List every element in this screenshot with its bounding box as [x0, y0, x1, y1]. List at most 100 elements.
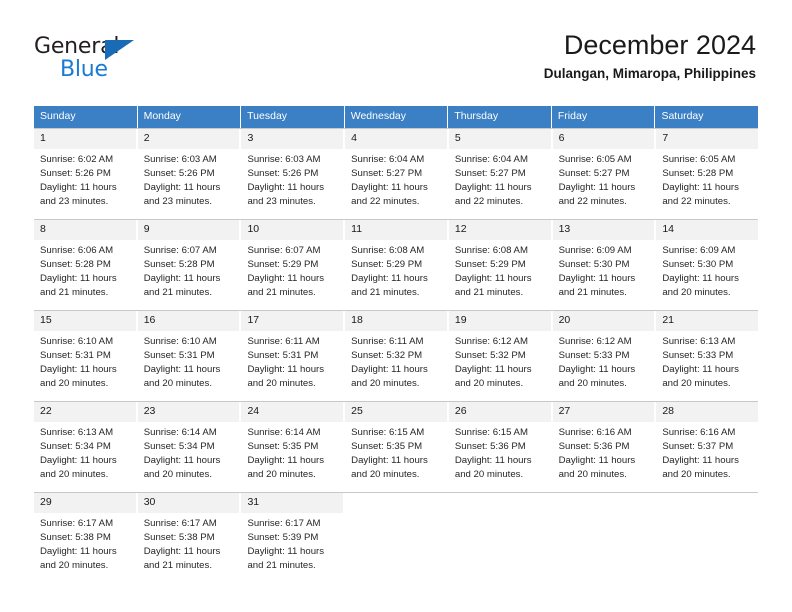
- day-cell[interactable]: 13 Sunrise: 6:09 AM Sunset: 5:30 PM Dayl…: [552, 220, 657, 311]
- day-details: Sunrise: 6:10 AM Sunset: 5:31 PM Dayligh…: [138, 331, 240, 396]
- day-cell[interactable]: 18 Sunrise: 6:11 AM Sunset: 5:32 PM Dayl…: [345, 311, 449, 402]
- calendar-week-row: 29 Sunrise: 6:17 AM Sunset: 5:38 PM Dayl…: [34, 492, 759, 584]
- day-number: 14: [656, 220, 759, 240]
- day-details: Sunrise: 6:08 AM Sunset: 5:29 PM Dayligh…: [345, 240, 447, 305]
- daylight-text: Daylight: 11 hours and 21 minutes.: [247, 546, 325, 572]
- daylight-text: Daylight: 11 hours and 20 minutes.: [40, 364, 117, 390]
- day-number: 19: [448, 311, 551, 331]
- day-cell[interactable]: 8 Sunrise: 6:06 AM Sunset: 5:28 PM Dayli…: [34, 220, 138, 311]
- day-number: 15: [34, 311, 136, 331]
- calendar-page: General Blue December 2024 Dulangan, Mim…: [0, 0, 792, 612]
- day-cell[interactable]: 12 Sunrise: 6:08 AM Sunset: 5:29 PM Dayl…: [448, 220, 553, 311]
- day-cell[interactable]: 7 Sunrise: 6:05 AM Sunset: 5:28 PM Dayli…: [656, 129, 759, 220]
- day-details: Sunrise: 6:12 AM Sunset: 5:33 PM Dayligh…: [553, 331, 655, 396]
- day-cell[interactable]: 21 Sunrise: 6:13 AM Sunset: 5:33 PM Dayl…: [656, 311, 759, 402]
- sunrise-text: Sunrise: 6:08 AM: [454, 244, 528, 256]
- day-number: 1: [34, 129, 136, 149]
- daylight-text: Daylight: 11 hours and 20 minutes.: [40, 455, 117, 481]
- day-details: Sunrise: 6:06 AM Sunset: 5:28 PM Dayligh…: [34, 240, 136, 305]
- day-number: 5: [448, 129, 551, 149]
- weekday-header-tuesday: Tuesday: [241, 106, 345, 129]
- sunset-text: Sunset: 5:35 PM: [247, 440, 319, 452]
- day-details: Sunrise: 6:07 AM Sunset: 5:29 PM Dayligh…: [241, 240, 343, 305]
- day-cell[interactable]: 10 Sunrise: 6:07 AM Sunset: 5:29 PM Dayl…: [241, 220, 346, 311]
- sunset-text: Sunset: 5:26 PM: [40, 167, 111, 179]
- day-cell[interactable]: 23 Sunrise: 6:14 AM Sunset: 5:34 PM Dayl…: [137, 402, 242, 493]
- day-cell[interactable]: 27 Sunrise: 6:16 AM Sunset: 5:36 PM Dayl…: [552, 402, 657, 493]
- day-cell-empty: [656, 493, 759, 584]
- weekday-header-row: Sunday Monday Tuesday Wednesday Thursday…: [34, 106, 759, 129]
- day-details: Sunrise: 6:03 AM Sunset: 5:26 PM Dayligh…: [241, 149, 343, 214]
- daylight-text: Daylight: 11 hours and 22 minutes.: [454, 182, 532, 208]
- day-cell[interactable]: 30 Sunrise: 6:17 AM Sunset: 5:38 PM Dayl…: [137, 493, 242, 584]
- sunrise-text: Sunrise: 6:03 AM: [247, 153, 321, 165]
- day-number: 21: [656, 311, 759, 331]
- day-cell[interactable]: 16 Sunrise: 6:10 AM Sunset: 5:31 PM Dayl…: [137, 311, 242, 402]
- sunset-text: Sunset: 5:35 PM: [351, 440, 423, 452]
- day-cell[interactable]: 9 Sunrise: 6:07 AM Sunset: 5:28 PM Dayli…: [137, 220, 242, 311]
- logo-text-blue: Blue: [60, 57, 108, 82]
- day-cell[interactable]: 2 Sunrise: 6:03 AM Sunset: 5:26 PM Dayli…: [137, 129, 242, 220]
- day-cell[interactable]: 3 Sunrise: 6:03 AM Sunset: 5:26 PM Dayli…: [241, 129, 346, 220]
- day-cell[interactable]: 24 Sunrise: 6:14 AM Sunset: 5:35 PM Dayl…: [241, 402, 346, 493]
- weekday-header-sunday: Sunday: [34, 106, 138, 129]
- day-details: [553, 509, 655, 517]
- daylight-text: Daylight: 11 hours and 20 minutes.: [40, 546, 117, 572]
- sunset-text: Sunset: 5:29 PM: [351, 258, 423, 270]
- calendar-week-row: 22 Sunrise: 6:13 AM Sunset: 5:34 PM Dayl…: [34, 401, 759, 493]
- sunrise-text: Sunrise: 6:13 AM: [40, 426, 114, 438]
- day-cell[interactable]: 17 Sunrise: 6:11 AM Sunset: 5:31 PM Dayl…: [241, 311, 346, 402]
- sunrise-text: Sunrise: 6:10 AM: [143, 335, 217, 347]
- day-details: Sunrise: 6:17 AM Sunset: 5:38 PM Dayligh…: [34, 513, 136, 578]
- day-details: Sunrise: 6:07 AM Sunset: 5:28 PM Dayligh…: [138, 240, 240, 305]
- daylight-text: Daylight: 11 hours and 20 minutes.: [351, 455, 428, 481]
- day-details: Sunrise: 6:17 AM Sunset: 5:39 PM Dayligh…: [241, 513, 343, 578]
- day-number: 22: [34, 402, 136, 422]
- day-cell[interactable]: 6 Sunrise: 6:05 AM Sunset: 5:27 PM Dayli…: [552, 129, 657, 220]
- day-cell[interactable]: 11 Sunrise: 6:08 AM Sunset: 5:29 PM Dayl…: [345, 220, 449, 311]
- title-block: December 2024 Dulangan, Mimaropa, Philip…: [544, 30, 756, 82]
- sunset-text: Sunset: 5:26 PM: [143, 167, 215, 179]
- sunrise-text: Sunrise: 6:08 AM: [351, 244, 425, 256]
- day-cell[interactable]: 14 Sunrise: 6:09 AM Sunset: 5:30 PM Dayl…: [656, 220, 759, 311]
- day-cell[interactable]: 1 Sunrise: 6:02 AM Sunset: 5:26 PM Dayli…: [34, 129, 138, 220]
- weekday-header-monday: Monday: [137, 106, 242, 129]
- day-cell[interactable]: 5 Sunrise: 6:04 AM Sunset: 5:27 PM Dayli…: [448, 129, 553, 220]
- sunrise-text: Sunrise: 6:17 AM: [40, 517, 114, 529]
- weekday-header-friday: Friday: [551, 106, 656, 129]
- day-cell[interactable]: 29 Sunrise: 6:17 AM Sunset: 5:38 PM Dayl…: [34, 493, 138, 584]
- sunrise-text: Sunrise: 6:04 AM: [351, 153, 425, 165]
- day-cell[interactable]: 22 Sunrise: 6:13 AM Sunset: 5:34 PM Dayl…: [34, 402, 138, 493]
- sunset-text: Sunset: 5:27 PM: [454, 167, 526, 179]
- sunrise-text: Sunrise: 6:02 AM: [40, 153, 114, 165]
- day-number: 7: [656, 129, 759, 149]
- day-cell-empty: [345, 493, 449, 584]
- day-number: 13: [552, 220, 655, 240]
- day-cell[interactable]: 28 Sunrise: 6:16 AM Sunset: 5:37 PM Dayl…: [656, 402, 759, 493]
- weekday-header-saturday: Saturday: [655, 106, 759, 129]
- day-cell[interactable]: 15 Sunrise: 6:10 AM Sunset: 5:31 PM Dayl…: [34, 311, 138, 402]
- sunrise-text: Sunrise: 6:04 AM: [454, 153, 528, 165]
- day-number: 2: [137, 129, 240, 149]
- day-cell[interactable]: 31 Sunrise: 6:17 AM Sunset: 5:39 PM Dayl…: [241, 493, 346, 584]
- day-cell[interactable]: 4 Sunrise: 6:04 AM Sunset: 5:27 PM Dayli…: [345, 129, 449, 220]
- day-cell[interactable]: 26 Sunrise: 6:15 AM Sunset: 5:36 PM Dayl…: [448, 402, 553, 493]
- day-cell[interactable]: 20 Sunrise: 6:12 AM Sunset: 5:33 PM Dayl…: [552, 311, 657, 402]
- day-number: 31: [241, 493, 344, 513]
- day-cell[interactable]: 19 Sunrise: 6:12 AM Sunset: 5:32 PM Dayl…: [448, 311, 553, 402]
- sunrise-text: Sunrise: 6:07 AM: [247, 244, 321, 256]
- day-details: Sunrise: 6:12 AM Sunset: 5:32 PM Dayligh…: [449, 331, 551, 396]
- sunrise-text: Sunrise: 6:09 AM: [662, 244, 736, 256]
- day-details: Sunrise: 6:16 AM Sunset: 5:36 PM Dayligh…: [553, 422, 655, 487]
- day-details: Sunrise: 6:04 AM Sunset: 5:27 PM Dayligh…: [449, 149, 551, 214]
- daylight-text: Daylight: 11 hours and 21 minutes.: [247, 273, 325, 299]
- sunset-text: Sunset: 5:32 PM: [454, 349, 526, 361]
- day-number: [656, 493, 759, 510]
- sunset-text: Sunset: 5:27 PM: [351, 167, 423, 179]
- day-cell[interactable]: 25 Sunrise: 6:15 AM Sunset: 5:35 PM Dayl…: [345, 402, 449, 493]
- sunrise-text: Sunrise: 6:12 AM: [454, 335, 528, 347]
- sunset-text: Sunset: 5:29 PM: [454, 258, 526, 270]
- page-header: General Blue December 2024 Dulangan, Mim…: [0, 0, 792, 100]
- day-number: [552, 493, 655, 510]
- daylight-text: Daylight: 11 hours and 21 minutes.: [558, 273, 636, 299]
